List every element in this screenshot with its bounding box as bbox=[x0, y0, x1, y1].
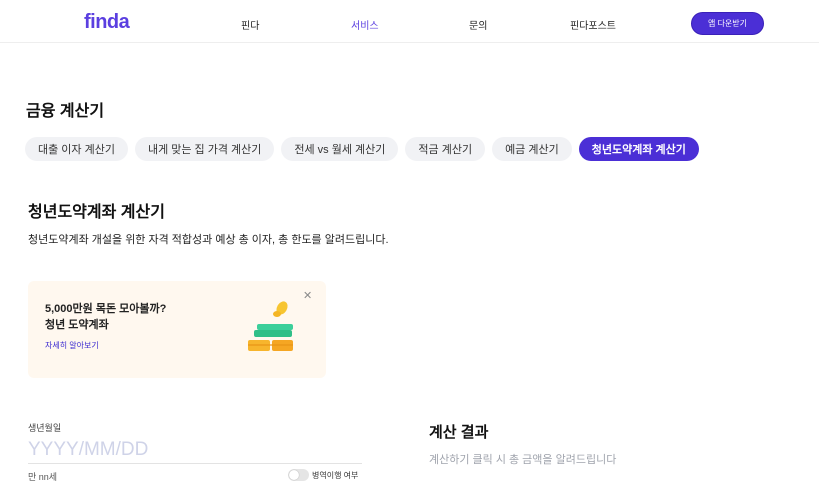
tab-loan-interest[interactable]: 대출 이자 계산기 bbox=[25, 137, 128, 161]
nav-service[interactable]: 서비스 bbox=[351, 17, 379, 32]
tab-savings[interactable]: 적금 계산기 bbox=[405, 137, 486, 161]
calculator-description: 청년도약계좌 개설을 위한 자격 적합성과 예상 총 이자, 총 한도를 알려드… bbox=[28, 234, 389, 246]
tab-jeonse-vs-wolse[interactable]: 전세 vs 월세 계산기 bbox=[281, 137, 399, 161]
promo-learn-more-link[interactable]: 자세히 알아보기 bbox=[45, 340, 99, 351]
age-display: 만 nn세 bbox=[28, 472, 58, 482]
tab-house-price[interactable]: 내게 맞는 집 가격 계산기 bbox=[134, 137, 275, 161]
military-service-toggle[interactable] bbox=[288, 469, 309, 481]
close-icon[interactable]: ✕ bbox=[303, 289, 312, 302]
tab-youth-leap-account[interactable]: 청년도약계좌 계산기 bbox=[578, 137, 699, 161]
military-service-label: 병역이행 여부 bbox=[312, 471, 359, 480]
top-header: finda 핀다 서비스 문의 핀다포스트 앱 다운받기 bbox=[0, 0, 819, 43]
dob-label: 생년월일 bbox=[28, 423, 62, 433]
promo-headline: 5,000만원 목돈 모아볼까? bbox=[45, 303, 167, 315]
tab-deposit[interactable]: 예금 계산기 bbox=[492, 137, 572, 161]
result-description: 계산하기 클릭 시 총 금액을 알려드립니다 bbox=[429, 454, 617, 466]
nav-inquiry[interactable]: 문의 bbox=[469, 17, 487, 32]
nav-finda-post[interactable]: 핀다포스트 bbox=[570, 17, 616, 32]
section-title: 금융 계산기 bbox=[26, 103, 105, 120]
finda-logo[interactable]: finda bbox=[84, 11, 130, 34]
promo-banner[interactable]: 5,000만원 목돈 모아볼까? 청년 도약계좌 자세히 알아보기 ✕ bbox=[28, 281, 326, 378]
app-download-button[interactable]: 앱 다운받기 bbox=[691, 12, 764, 35]
result-title: 계산 결과 bbox=[429, 424, 489, 441]
calculator-tabs: 대출 이자 계산기 내게 맞는 집 가격 계산기 전세 vs 월세 계산기 적금… bbox=[25, 137, 699, 161]
money-stack-icon bbox=[248, 301, 293, 351]
nav-finda[interactable]: 핀다 bbox=[241, 17, 259, 32]
promo-subheadline: 청년 도약계좌 bbox=[45, 319, 109, 331]
dob-input[interactable] bbox=[28, 436, 362, 464]
calculator-title: 청년도약계좌 계산기 bbox=[28, 204, 165, 221]
toggle-knob bbox=[289, 470, 299, 480]
